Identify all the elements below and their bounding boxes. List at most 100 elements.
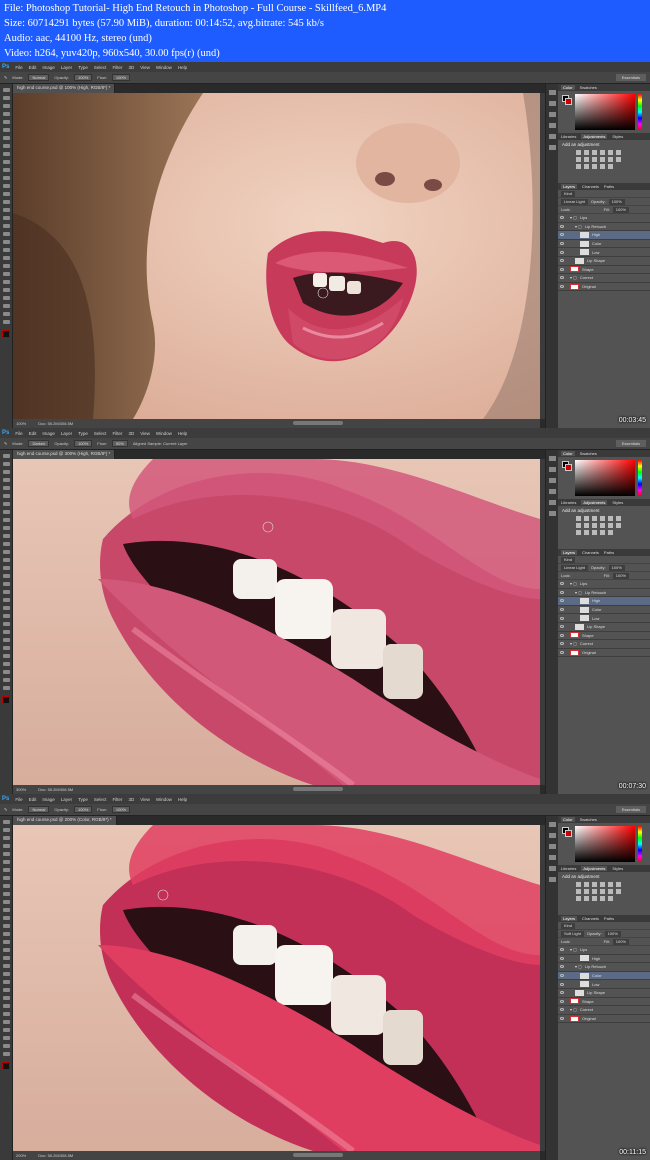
menu-item[interactable]: Select [94,797,107,802]
tab-layers[interactable]: Layers [561,550,578,555]
tool-icon[interactable] [2,678,10,682]
flow-input[interactable]: 100% [111,806,131,813]
adjustment-icon[interactable] [592,516,597,521]
menu-item[interactable]: Filter [112,65,122,70]
visibility-eye-icon[interactable] [560,267,564,271]
dock-icon[interactable] [548,511,556,516]
fill-input[interactable]: 100% [612,938,630,945]
adjustment-icon[interactable] [576,896,581,901]
visibility-eye-icon[interactable] [560,616,564,620]
tool-icon[interactable] [2,868,10,872]
adjustment-icon[interactable] [584,889,589,894]
tool-icon[interactable] [2,462,10,466]
layer-opacity-input[interactable]: 100% [608,564,625,571]
visibility-eye-icon[interactable] [560,259,564,263]
tool-icon[interactable] [2,996,10,1000]
dock-icon[interactable] [548,833,556,838]
tab-channels[interactable]: Channels [582,184,599,189]
tool-icon[interactable] [2,630,10,634]
adjustment-icon[interactable] [616,523,621,528]
color-field[interactable] [575,826,635,862]
menu-item[interactable]: View [140,797,150,802]
tab-styles[interactable]: Styles [612,500,623,505]
adjustment-icon[interactable] [584,516,589,521]
adjustment-icon[interactable] [600,896,605,901]
tool-icon[interactable] [2,304,10,308]
layer-row[interactable]: ▾ ▢ Lips [558,214,650,223]
adjustment-icon[interactable] [576,889,581,894]
layer-row[interactable]: ▾ ▢ Correct [558,274,650,283]
horizontal-scrollbar[interactable] [293,787,343,791]
tool-icon[interactable] [2,876,10,880]
adjustment-icon[interactable] [592,164,597,169]
visibility-eye-icon[interactable] [560,590,564,594]
tool-icon[interactable] [2,860,10,864]
tab-layers[interactable]: Layers [561,916,578,921]
foreground-color-swatch[interactable] [565,464,572,471]
zoom-level[interactable]: 300% [16,787,26,792]
visibility-eye-icon[interactable] [560,956,564,960]
dock-icon[interactable] [548,844,556,849]
tool-icon[interactable] [2,892,10,896]
workspace-select[interactable]: Essentials [615,74,646,81]
tab-paths[interactable]: Paths [604,916,614,921]
menu-item[interactable]: Filter [112,797,122,802]
hue-slider[interactable] [638,460,642,496]
tool-icon[interactable] [2,120,10,124]
tool-icon[interactable] [2,836,10,840]
menu-item[interactable]: Layer [61,431,72,436]
visibility-eye-icon[interactable] [560,233,564,237]
layer-opacity-input[interactable]: 100% [604,930,621,937]
adjustment-icon[interactable] [576,882,581,887]
tool-icon[interactable] [2,972,10,976]
adjustment-icon[interactable] [608,516,613,521]
adjustment-icon[interactable] [592,889,597,894]
tool-icon[interactable] [2,256,10,260]
layer-row[interactable]: Lip Shape [558,257,650,266]
hue-slider[interactable] [638,826,642,862]
workspace-select[interactable]: Essentials [615,440,646,447]
layer-row[interactable]: Color [558,971,650,981]
menu-item[interactable]: 3D [128,65,134,70]
tool-icon[interactable] [2,184,10,188]
kind-filter[interactable]: Kind [561,922,576,929]
tab-libraries[interactable]: Libraries [561,500,576,505]
tool-icon[interactable] [2,144,10,148]
sample-options[interactable]: Aligned Sample: Current Layer [133,441,188,446]
tool-icon[interactable] [2,908,10,912]
adjustment-icon[interactable] [608,157,613,162]
zoom-level[interactable]: 200% [16,1153,26,1158]
tool-icon[interactable] [2,558,10,562]
brush-preset-icon[interactable]: ✎ [4,807,7,812]
visibility-eye-icon[interactable] [560,276,564,280]
tool-icon[interactable] [2,1028,10,1032]
adjustment-icon[interactable] [608,523,613,528]
layer-row[interactable]: Shape [558,998,650,1007]
tool-icon[interactable] [2,176,10,180]
tool-icon[interactable] [2,264,10,268]
tool-icon[interactable] [2,948,10,952]
adjustment-icon[interactable] [600,882,605,887]
tool-icon[interactable] [2,224,10,228]
layer-row[interactable]: Low [558,248,650,257]
tool-icon[interactable] [2,590,10,594]
layer-row[interactable]: High [558,955,650,964]
tool-icon[interactable] [2,526,10,530]
menu-item[interactable]: Layer [61,797,72,802]
tool-icon[interactable] [2,320,10,324]
layer-row[interactable]: High [558,231,650,240]
tab-channels[interactable]: Channels [582,550,599,555]
visibility-eye-icon[interactable] [560,285,564,289]
tool-icon[interactable] [2,654,10,658]
tab-color[interactable]: Color [561,817,575,822]
tool-icon[interactable] [2,296,10,300]
foreground-color-swatch[interactable] [565,98,572,105]
adjustment-icon[interactable] [600,530,605,535]
visibility-eye-icon[interactable] [560,974,564,978]
tool-icon[interactable] [2,486,10,490]
dock-icon[interactable] [548,467,556,472]
tool-icon[interactable] [2,1052,10,1056]
tool-icon[interactable] [2,272,10,276]
document-tab[interactable]: high end course.psd @ 100% (High, RGB/8*… [13,84,116,93]
layer-row[interactable]: ▾ ▢ Correct [558,640,650,649]
